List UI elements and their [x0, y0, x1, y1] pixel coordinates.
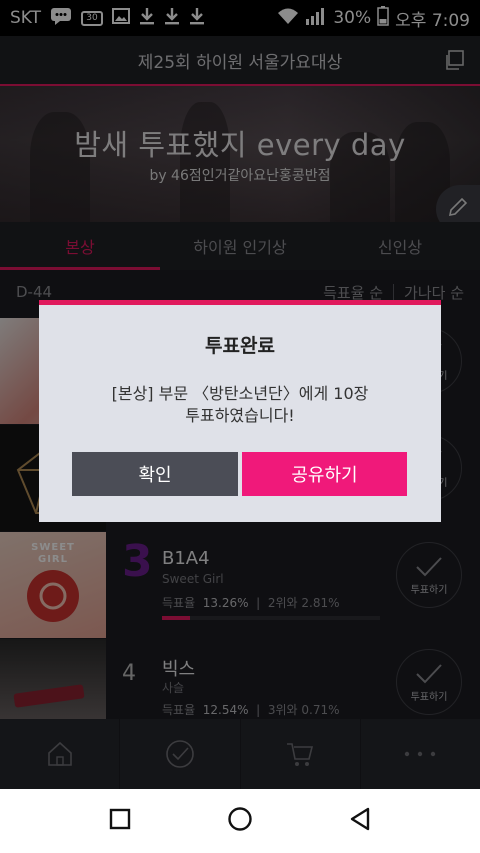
share-button[interactable]: 공유하기 — [242, 452, 407, 496]
circle-icon — [228, 807, 252, 831]
dialog-message: [본상] 부문 〈방탄소년단〉에게 10장 투표하였습니다! — [39, 383, 441, 427]
dialog-message-line: [본상] 부문 〈방탄소년단〉에게 10장 — [111, 384, 369, 403]
square-icon — [109, 808, 130, 830]
home-button[interactable] — [227, 806, 253, 836]
back-button[interactable] — [348, 806, 372, 836]
dialog-title: 투표완료 — [205, 335, 275, 357]
recents-button[interactable] — [108, 807, 132, 835]
dialog-message-line: 투표하였습니다! — [185, 406, 295, 425]
confirm-button[interactable]: 확인 — [72, 452, 238, 496]
vote-complete-dialog: 투표완료 [본상] 부문 〈방탄소년단〉에게 10장 투표하였습니다! 확인 공… — [39, 300, 441, 522]
system-nav-bar — [0, 789, 480, 853]
back-triangle-icon — [351, 807, 370, 831]
